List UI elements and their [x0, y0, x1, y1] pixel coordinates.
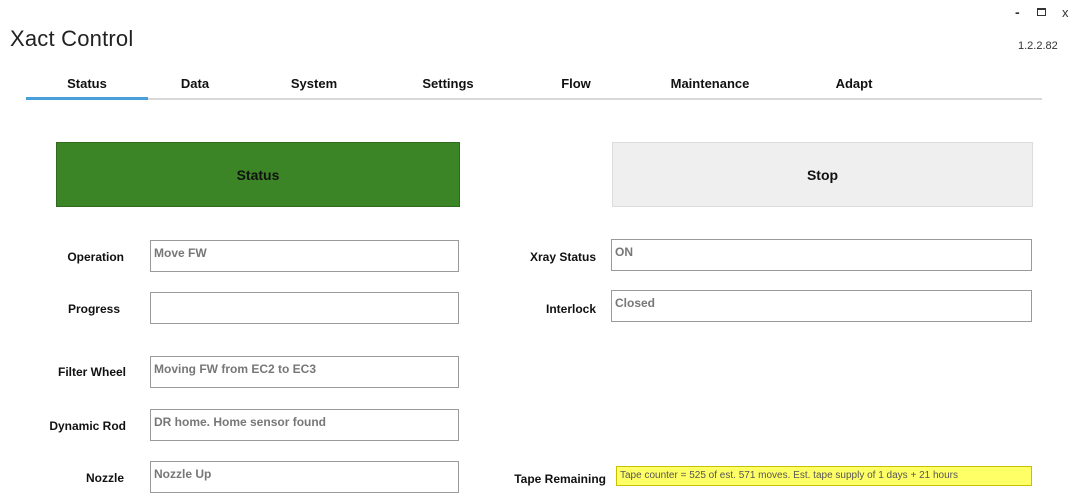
operation-label: Operation	[67, 250, 124, 264]
tape-remaining-label: Tape Remaining	[514, 472, 606, 486]
app-title: Xact Control	[10, 26, 134, 51]
xray-status-label: Xray Status	[529, 250, 596, 264]
tab-adapt[interactable]: Adapt	[808, 76, 900, 91]
tape-remaining-field: Tape counter = 525 of est. 571 moves. Es…	[616, 466, 1032, 486]
progress-label: Progress	[67, 302, 120, 316]
filter-wheel-field: Moving FW from EC2 to EC3	[150, 356, 459, 388]
tab-bar: Status Data System Settings Flow Mainten…	[26, 70, 1042, 100]
tab-system[interactable]: System	[268, 76, 360, 91]
tab-divider	[26, 98, 1042, 100]
tab-flow[interactable]: Flow	[530, 76, 622, 91]
tab-data[interactable]: Data	[148, 76, 242, 91]
nozzle-field: Nozzle Up	[150, 461, 459, 493]
filter-wheel-label: Filter Wheel	[57, 365, 126, 379]
active-tab-indicator	[26, 97, 148, 100]
close-icon[interactable]: x	[1062, 5, 1069, 20]
status-button[interactable]: Status	[56, 142, 460, 207]
progress-field	[150, 292, 459, 324]
nozzle-label: Nozzle	[85, 471, 124, 485]
dynamic-rod-field: DR home. Home sensor found	[150, 409, 459, 441]
dynamic-rod-label: Dynamic Rod	[49, 419, 126, 433]
tab-settings[interactable]: Settings	[402, 76, 494, 91]
interlock-field: Closed	[611, 290, 1032, 322]
stop-button[interactable]: Stop	[612, 142, 1033, 207]
tab-maintenance[interactable]: Maintenance	[650, 76, 770, 91]
version-label: 1.2.2.82	[1018, 40, 1058, 52]
minimize-icon[interactable]: -	[1015, 4, 1020, 20]
xray-status-field: ON	[611, 239, 1032, 271]
interlock-label: Interlock	[545, 302, 596, 316]
operation-field: Move FW	[150, 240, 459, 272]
tab-status[interactable]: Status	[26, 76, 148, 91]
maximize-icon[interactable]	[1037, 8, 1046, 16]
